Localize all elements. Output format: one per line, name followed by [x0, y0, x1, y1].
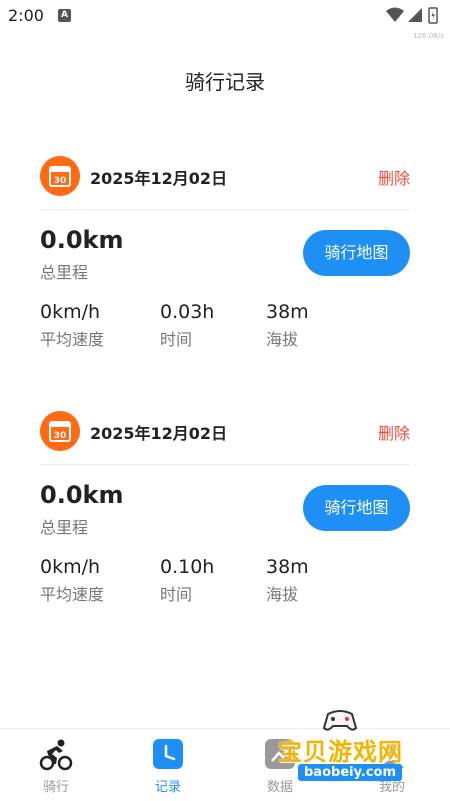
watermark-text: 宝贝游戏网 [278, 738, 403, 766]
record-header: 30 2025年12月02日 删除 [40, 154, 410, 196]
divider [40, 209, 410, 210]
svg-text:30: 30 [54, 431, 67, 441]
tab-label: 骑行 [42, 780, 69, 795]
clock-icon [153, 739, 183, 769]
delete-button[interactable]: 删除 [378, 420, 410, 444]
tab-ride[interactable]: 骑行 [0, 729, 112, 801]
svg-text:30: 30 [54, 176, 67, 186]
stat-value: 0.03h [160, 301, 215, 323]
ride-map-button[interactable]: 骑行地图 [303, 230, 410, 276]
status-bar: 2:00 A 126.0B/s [0, 0, 450, 40]
distance-label: 总里程 [40, 263, 89, 282]
stat-altitude: 38m 海拔 [266, 555, 309, 605]
stat-label: 平均速度 [40, 585, 105, 604]
divider [40, 464, 410, 465]
stat-label: 时间 [160, 330, 193, 349]
tab-records[interactable]: 记录 [112, 729, 224, 801]
record-card: 30 2025年12月02日 删除 0.0km 总里程 骑行地图 0km/h 平… [40, 409, 410, 609]
record-card: 30 2025年12月02日 删除 0.0km 总里程 骑行地图 0km/h 平… [40, 154, 410, 354]
stat-label: 时间 [160, 585, 193, 604]
stat-avg-speed: 0km/h 平均速度 [40, 300, 104, 350]
watermark-url: baobeiy.com [298, 764, 402, 781]
record-date: 2025年12月02日 [90, 424, 228, 443]
distance-value: 0.0km [40, 481, 124, 509]
stat-value: 38m [266, 301, 309, 323]
stat-value: 0km/h [40, 556, 101, 578]
stat-value: 0.10h [160, 556, 215, 578]
gamepad-icon [322, 710, 358, 731]
stat-altitude: 38m 海拔 [266, 300, 309, 350]
net-speed: 126.0B/s [413, 32, 444, 40]
stat-value: 38m [266, 556, 309, 578]
status-time: 2:00 [8, 6, 44, 25]
record-header: 30 2025年12月02日 删除 [40, 409, 410, 451]
signal-icon [408, 8, 422, 22]
distance-value: 0.0km [40, 226, 124, 254]
notification-icon: A [58, 9, 71, 22]
delete-button[interactable]: 删除 [378, 165, 410, 189]
stat-time: 0.10h 时间 [160, 555, 214, 605]
status-icons [386, 7, 438, 24]
tab-label: 记录 [154, 780, 181, 795]
distance-label: 总里程 [40, 518, 89, 537]
stat-label: 海拔 [266, 585, 299, 604]
stat-avg-speed: 0km/h 平均速度 [40, 555, 104, 605]
record-date: 2025年12月02日 [90, 169, 228, 188]
calendar-icon: 30 [40, 411, 80, 451]
ride-map-button[interactable]: 骑行地图 [303, 485, 410, 531]
cyclist-icon [39, 739, 73, 771]
page-title: 骑行记录 [185, 70, 265, 94]
calendar-icon: 30 [40, 156, 80, 196]
stat-label: 海拔 [266, 330, 299, 349]
stat-time: 0.03h 时间 [160, 300, 214, 350]
wifi-icon [386, 7, 404, 22]
stat-label: 平均速度 [40, 330, 105, 349]
stat-value: 0km/h [40, 301, 101, 323]
watermark: 宝贝游戏网 baobeiy.com [272, 702, 450, 800]
